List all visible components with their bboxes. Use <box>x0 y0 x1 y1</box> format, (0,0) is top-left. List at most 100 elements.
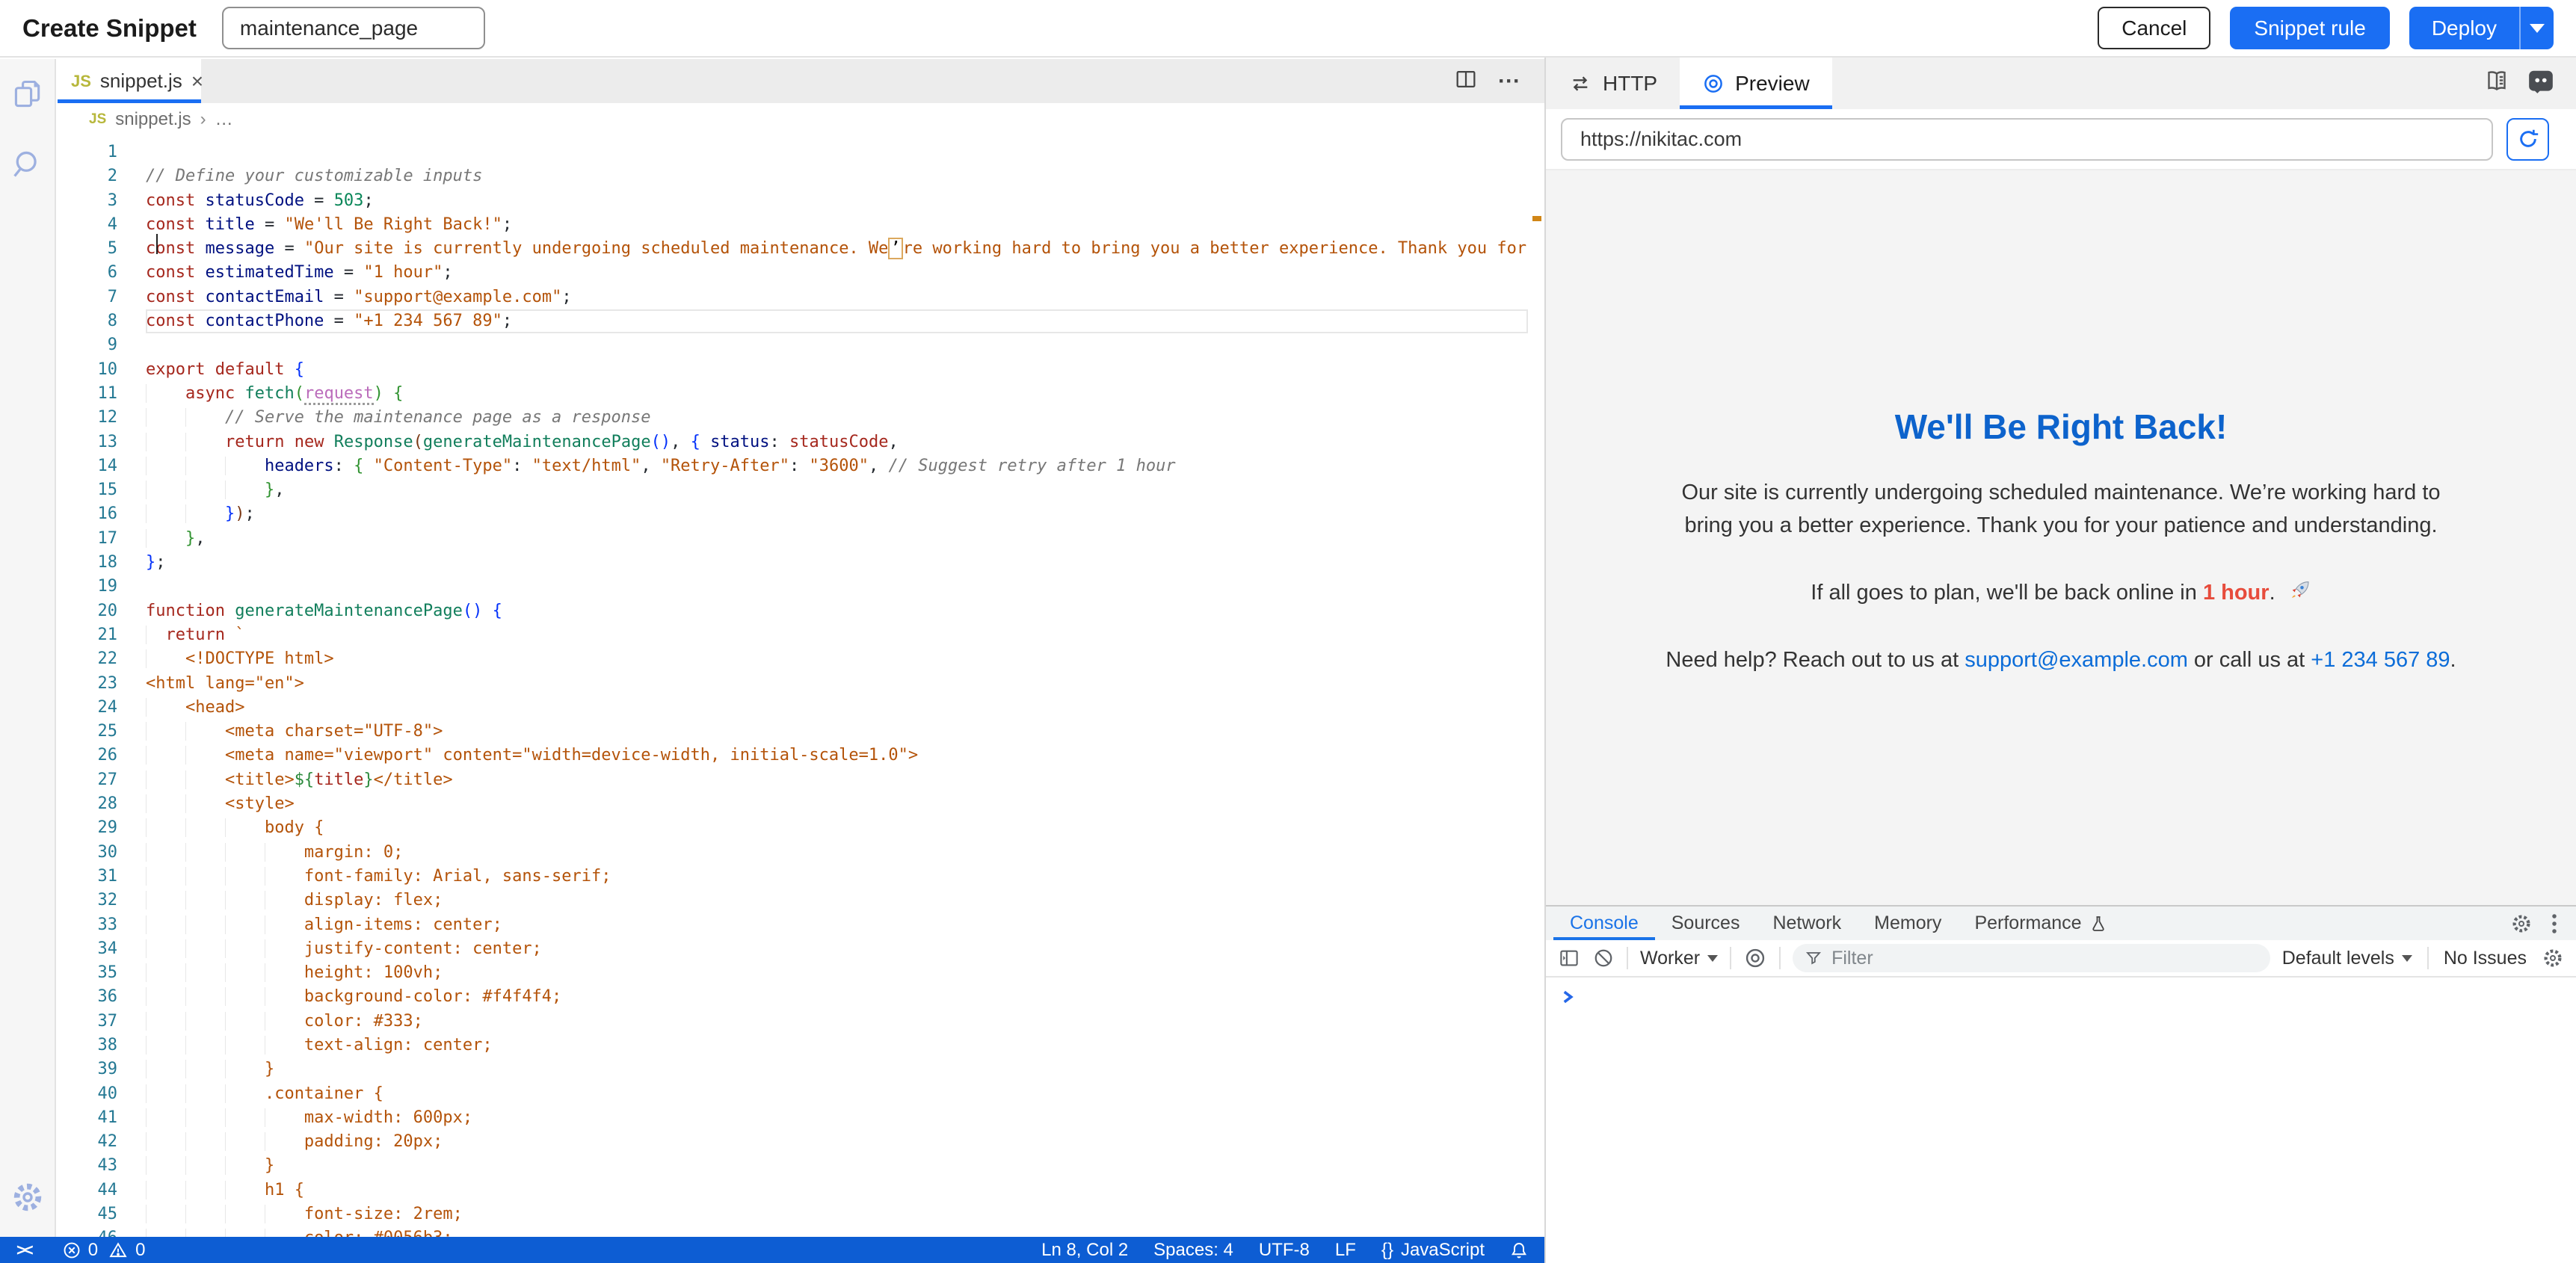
cancel-button[interactable]: Cancel <box>2098 7 2210 49</box>
problems-warnings[interactable]: 0 <box>108 1240 145 1261</box>
filter-funnel-icon <box>1805 949 1822 967</box>
console-filter-input[interactable]: Filter <box>1793 944 2270 972</box>
maintenance-message-line1: Our site is currently undergoing schedul… <box>1665 476 2457 509</box>
problems-errors[interactable]: 0 <box>63 1240 98 1261</box>
live-expression-eye-icon[interactable] <box>1743 946 1767 970</box>
tab-snippet-js[interactable]: JS snippet.js × <box>58 59 201 103</box>
issues-counter[interactable]: No Issues <box>2444 948 2527 969</box>
code-line: 33 align-items: center; <box>58 913 1528 937</box>
devtools-tab-memory[interactable]: Memory <box>1858 907 1958 940</box>
overview-ruler-marker <box>1532 216 1541 221</box>
settings-gear-icon[interactable] <box>10 1180 45 1214</box>
console-levels-selector[interactable]: Default levels <box>2282 948 2412 969</box>
preview-viewport: We'll Be Right Back! Our site is current… <box>1546 170 2576 905</box>
console-toolbar: Worker Filter Default levels <box>1546 940 2576 978</box>
code-line: 6const estimatedTime = "1 hour"; <box>58 261 1528 285</box>
remote-indicator-icon[interactable]: >< <box>16 1241 31 1260</box>
code-line: 45 font-size: 2rem; <box>58 1202 1528 1226</box>
code-line: 17 }, <box>58 527 1528 551</box>
deploy-dropdown-button[interactable] <box>2519 7 2554 49</box>
app: Create Snippet Cancel Snippet rule Deplo… <box>0 0 2576 1263</box>
tab-preview[interactable]: Preview <box>1680 58 1832 109</box>
code-line: 46 color: #0056b3; <box>58 1226 1528 1237</box>
clear-console-icon[interactable] <box>1592 947 1615 969</box>
code-line: 29 body { <box>58 816 1528 840</box>
code-line: 37 color: #333; <box>58 1010 1528 1034</box>
code-line: 11 async fetch(request) { <box>58 382 1528 406</box>
console-prompt-icon <box>1561 988 1576 1006</box>
status-line-col[interactable]: Ln 8, Col 2 <box>1041 1240 1128 1261</box>
maintenance-page: We'll Be Right Back! Our site is current… <box>1665 407 2457 676</box>
console-context-selector[interactable]: Worker <box>1640 948 1718 969</box>
top-bar: Create Snippet Cancel Snippet rule Deplo… <box>0 0 2576 58</box>
status-eol[interactable]: LF <box>1335 1240 1356 1261</box>
code-line: 27 <title>${title}</title> <box>58 768 1528 792</box>
code-editor[interactable]: 12// Define your customizable inputs3con… <box>58 136 1528 1237</box>
devtools-settings-icon[interactable] <box>2510 912 2533 935</box>
code-line: 15 }, <box>58 478 1528 502</box>
status-bar: >< 0 0 Ln 8, Col 2 Spaces: 4 UTF-8 LF {} <box>0 1237 1544 1263</box>
discord-icon[interactable] <box>2527 67 2555 99</box>
text-cursor <box>156 234 158 254</box>
error-icon <box>63 1241 81 1259</box>
files-icon[interactable] <box>10 77 45 111</box>
console-output[interactable] <box>1546 978 2576 1010</box>
preview-pane: HTTP Preview <box>1544 58 2576 1263</box>
code-line: 18}; <box>58 551 1528 575</box>
snippet-rule-button[interactable]: Snippet rule <box>2230 7 2389 49</box>
rocket-emoji <box>2287 578 2311 612</box>
code-line: 38 text-align: center; <box>58 1034 1528 1057</box>
devtools-panel: Console Sources Network Memory Performan… <box>1546 905 2576 1263</box>
code-line: 1 <box>58 140 1528 164</box>
code-line: 28 <style> <box>58 792 1528 816</box>
code-line: 40 .container { <box>58 1082 1528 1106</box>
refresh-icon <box>2516 127 2540 151</box>
refresh-button[interactable] <box>2506 118 2549 161</box>
status-encoding[interactable]: UTF-8 <box>1259 1240 1310 1261</box>
preview-tab-bar: HTTP Preview <box>1546 58 2576 109</box>
flask-icon <box>2089 914 2107 933</box>
page-title: Create Snippet <box>22 14 197 43</box>
code-line: 2// Define your customizable inputs <box>58 164 1528 188</box>
bell-icon[interactable] <box>1510 1241 1528 1260</box>
status-indent[interactable]: Spaces: 4 <box>1153 1240 1233 1261</box>
maintenance-message-line2: bring you a better experience. Thank you… <box>1665 509 2457 542</box>
devtools-tab-sources[interactable]: Sources <box>1655 907 1757 940</box>
chevron-down-icon <box>1707 955 1718 962</box>
preview-url-input[interactable] <box>1561 118 2493 161</box>
code-line: 16 }); <box>58 502 1528 526</box>
split-editor-icon[interactable] <box>1453 67 1479 96</box>
code-line: 42 padding: 20px; <box>58 1130 1528 1154</box>
preview-url-row <box>1546 109 2576 170</box>
snippet-name-input[interactable] <box>222 7 485 49</box>
close-icon[interactable]: × <box>191 70 203 93</box>
console-sidebar-icon[interactable] <box>1558 947 1580 969</box>
editor-tab-bar: JS snippet.js × ··· <box>58 59 1544 103</box>
code-line: 23<html lang="en"> <box>58 672 1528 696</box>
devtools-tab-network[interactable]: Network <box>1756 907 1858 940</box>
chevron-down-icon <box>2530 24 2545 33</box>
braces-icon: {} <box>1381 1240 1393 1261</box>
preview-icon <box>1702 72 1725 95</box>
code-line: 20function generateMaintenancePage() { <box>58 599 1528 623</box>
code-line: 30 margin: 0; <box>58 841 1528 865</box>
tab-http[interactable]: HTTP <box>1546 58 1680 109</box>
devtools-tab-console[interactable]: Console <box>1553 907 1655 940</box>
code-line: 26 <meta name="viewport" content="width=… <box>58 744 1528 768</box>
phone-link[interactable]: +1 234 567 89 <box>2311 648 2450 672</box>
status-language[interactable]: {} JavaScript <box>1381 1240 1485 1261</box>
code-line: 35 height: 100vh; <box>58 961 1528 985</box>
support-email-link[interactable]: support@example.com <box>1965 648 2188 672</box>
kebab-menu-icon[interactable] <box>2551 912 2558 935</box>
swap-arrows-icon <box>1568 73 1592 94</box>
more-actions-icon[interactable]: ··· <box>1498 69 1520 94</box>
devtools-tab-performance[interactable]: Performance <box>1958 907 2123 940</box>
code-line: 12 // Serve the maintenance page as a re… <box>58 406 1528 430</box>
deploy-button[interactable]: Deploy <box>2409 7 2519 49</box>
console-settings-icon[interactable] <box>2542 947 2564 969</box>
search-icon[interactable] <box>10 147 45 182</box>
code-line: 14 headers: { "Content-Type": "text/html… <box>58 454 1528 478</box>
docs-icon[interactable] <box>2483 68 2510 99</box>
breadcrumb[interactable]: JS snippet.js › … <box>58 103 1544 136</box>
code-line: 31 font-family: Arial, sans-serif; <box>58 865 1528 889</box>
